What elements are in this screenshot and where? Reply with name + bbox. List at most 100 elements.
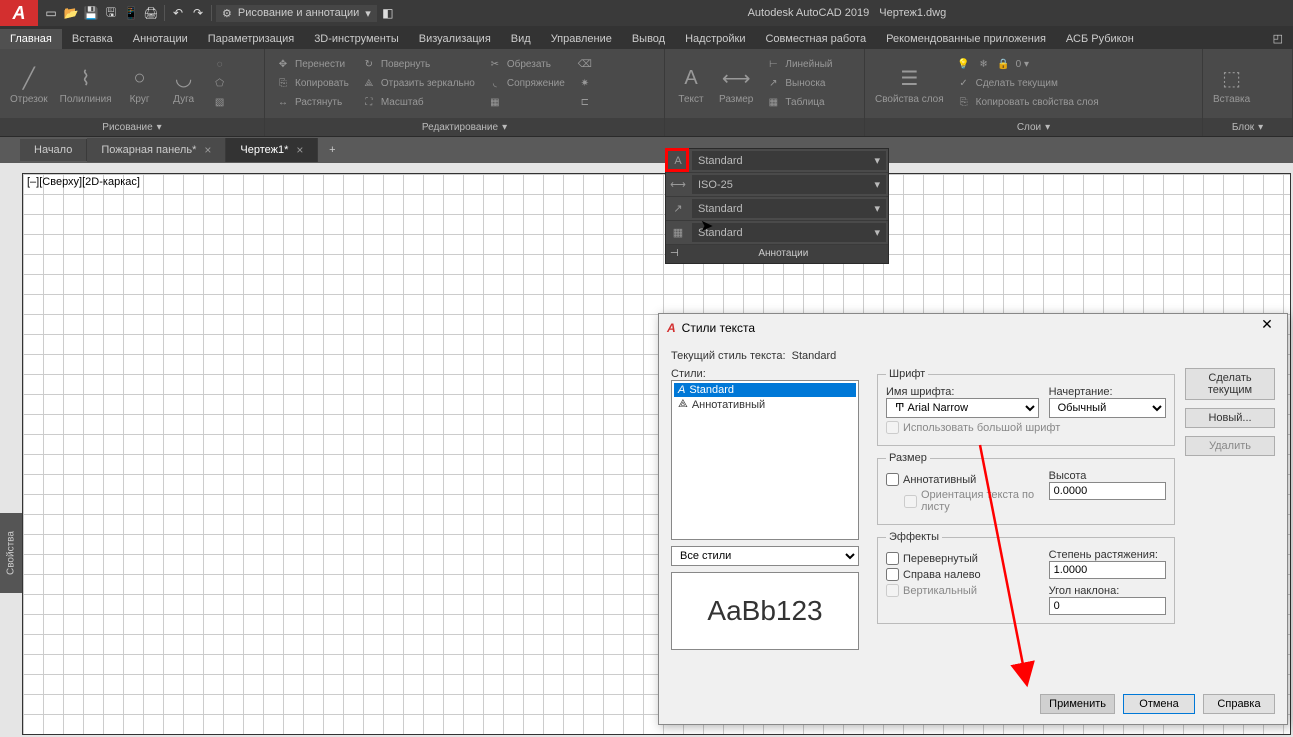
upside-checkbox[interactable]: [886, 552, 899, 565]
table-style-icon[interactable]: ▦: [666, 221, 690, 245]
stretch-button[interactable]: ↔Растянуть: [271, 94, 353, 112]
apply-button[interactable]: Применить: [1040, 694, 1115, 714]
width-factor-input[interactable]: [1049, 561, 1166, 579]
upside-label: Перевернутый: [903, 553, 978, 565]
dropdown-icon: ▾: [365, 7, 371, 20]
cursor-icon: ➤: [700, 216, 713, 236]
autocad-icon: A: [667, 321, 676, 335]
tab-manage[interactable]: Управление: [541, 29, 622, 49]
close-icon[interactable]: ×: [204, 143, 211, 157]
tab-addins[interactable]: Надстройки: [675, 29, 755, 49]
table-style-selector[interactable]: Standard▾: [692, 223, 886, 242]
circle-button[interactable]: ○Круг: [120, 60, 160, 107]
table-button[interactable]: ▦Таблица: [761, 94, 836, 112]
rotate-button[interactable]: ↻Повернуть: [357, 56, 479, 74]
tab-asb[interactable]: АСБ Рубикон: [1056, 29, 1144, 49]
plot-icon[interactable]: 🖨: [142, 4, 160, 22]
dimension-button[interactable]: ⟷Размер: [715, 60, 757, 107]
save-icon[interactable]: 💾: [82, 4, 100, 22]
arc-button[interactable]: ◡Дуга: [164, 60, 204, 107]
current-style-label: Текущий стиль текста:: [671, 350, 786, 362]
cancel-button[interactable]: Отмена: [1123, 694, 1195, 714]
saveas-icon[interactable]: 🖫: [102, 4, 120, 22]
viewport-label[interactable]: [–][Сверху][2D-каркас]: [27, 176, 140, 188]
doc-tab-2[interactable]: Чертеж1*×: [226, 138, 318, 162]
font-style-select[interactable]: Обычный: [1049, 398, 1166, 418]
mirror-button[interactable]: ⟁Отразить зеркально: [357, 75, 479, 93]
style-list[interactable]: AStandard ⟁Аннотативный: [671, 380, 859, 540]
set-current-button[interactable]: Сделать текущим: [1185, 368, 1275, 400]
tab-apps[interactable]: Рекомендованные приложения: [876, 29, 1056, 49]
leader-style-icon[interactable]: ↗: [666, 197, 690, 221]
leader-button[interactable]: ↗Выноска: [761, 75, 836, 93]
style-item-standard[interactable]: AStandard: [674, 383, 856, 397]
tab-visualize[interactable]: Визуализация: [409, 29, 501, 49]
line-button[interactable]: ╱Отрезок: [6, 60, 52, 107]
mobile-icon[interactable]: 📱: [122, 4, 140, 22]
height-input[interactable]: [1049, 482, 1166, 500]
gear-icon: ⚙: [222, 7, 232, 20]
open-icon[interactable]: 📂: [62, 4, 80, 22]
backwards-checkbox[interactable]: [886, 568, 899, 581]
annotative-checkbox[interactable]: [886, 473, 899, 486]
annotative-label: Аннотативный: [903, 474, 976, 486]
doc-tab-start[interactable]: Начало: [20, 139, 87, 161]
small-draw-1[interactable]: ◌: [208, 56, 232, 74]
new-tab-button[interactable]: +: [318, 144, 346, 156]
dim-style-icon[interactable]: ⟷: [666, 173, 690, 197]
tab-annotate[interactable]: Аннотации: [123, 29, 198, 49]
tab-collab[interactable]: Совместная работа: [755, 29, 876, 49]
fillet-button[interactable]: ◟Сопряжение: [483, 75, 569, 93]
text-button[interactable]: AТекст: [671, 60, 711, 107]
style-item-annotative[interactable]: ⟁Аннотативный: [674, 397, 856, 412]
undo-icon[interactable]: ↶: [169, 4, 187, 22]
redo-icon[interactable]: ↷: [189, 4, 207, 22]
tab-parametric[interactable]: Параметризация: [198, 29, 304, 49]
make-current-button[interactable]: ✓Сделать текущим: [952, 75, 1172, 93]
leader-style-selector[interactable]: Standard▾: [692, 199, 886, 218]
tab-home[interactable]: Главная: [0, 29, 62, 49]
share-icon[interactable]: ◧: [379, 4, 397, 22]
text-style-selector[interactable]: Standard▾: [692, 151, 886, 170]
close-icon[interactable]: ×: [296, 143, 303, 157]
offset-button[interactable]: ⊏: [573, 94, 597, 112]
text-style-icon[interactable]: A: [666, 149, 690, 173]
copy-props-button[interactable]: ⎘Копировать свойства слоя: [952, 94, 1172, 112]
small-draw-2[interactable]: ⬠: [208, 75, 232, 93]
document-tabs: Начало Пожарная панель*× Чертеж1*× +: [0, 137, 1293, 163]
workspace-selector[interactable]: ⚙ Рисование и аннотации ▾: [216, 5, 377, 22]
insert-block-button[interactable]: ⬚Вставка: [1209, 60, 1254, 107]
tab-focus-icon[interactable]: ◰: [1263, 28, 1293, 49]
app-menu-icon[interactable]: A: [0, 0, 38, 26]
trim-button[interactable]: ✂Обрезать: [483, 56, 569, 74]
style-filter-select[interactable]: Все стили: [671, 546, 859, 566]
new-style-button[interactable]: Новый...: [1185, 408, 1275, 428]
tab-view[interactable]: Вид: [501, 29, 541, 49]
move-button[interactable]: ✥Перенести: [271, 56, 353, 74]
tab-output[interactable]: Вывод: [622, 29, 675, 49]
annotation-dropdown-panel: A Standard▾ ⟷ ISO-25▾ ↗ Standard▾ ▦ Stan…: [665, 148, 889, 264]
explode-button[interactable]: ✷: [573, 75, 597, 93]
tab-insert[interactable]: Вставка: [62, 29, 123, 49]
tab-3dtools[interactable]: 3D-инструменты: [304, 29, 409, 49]
small-draw-3[interactable]: ▧: [208, 94, 232, 112]
dim-style-selector[interactable]: ISO-25▾: [692, 175, 886, 194]
doc-tab-1[interactable]: Пожарная панель*×: [87, 138, 226, 162]
scale-button[interactable]: ⛶Масштаб: [357, 94, 479, 112]
copy-button[interactable]: ⎘Копировать: [271, 75, 353, 93]
layer-states[interactable]: 💡❄🔒 0 ▾: [952, 56, 1172, 74]
array-button[interactable]: ▦: [483, 94, 569, 112]
oblique-input[interactable]: [1049, 597, 1166, 615]
height-label: Высота: [1049, 470, 1166, 482]
dialog-titlebar[interactable]: AСтили текста ✕: [659, 314, 1287, 342]
help-button[interactable]: Справка: [1203, 694, 1275, 714]
linear-dim-button[interactable]: ⊢Линейный: [761, 56, 836, 74]
erase-button[interactable]: ⌫: [573, 56, 597, 74]
properties-palette-tab[interactable]: Свойства: [0, 513, 22, 593]
dialog-close-button[interactable]: ✕: [1255, 316, 1279, 340]
panel-annotation: AТекст ⟷Размер ⊢Линейный ↗Выноска ▦Табли…: [665, 49, 865, 136]
new-icon[interactable]: ▭: [42, 4, 60, 22]
layer-props-button[interactable]: ☰Свойства слоя: [871, 60, 948, 107]
font-name-select[interactable]: Ͳ Arial Narrow: [886, 398, 1039, 418]
polyline-button[interactable]: ⌇Полилиния: [56, 60, 116, 107]
